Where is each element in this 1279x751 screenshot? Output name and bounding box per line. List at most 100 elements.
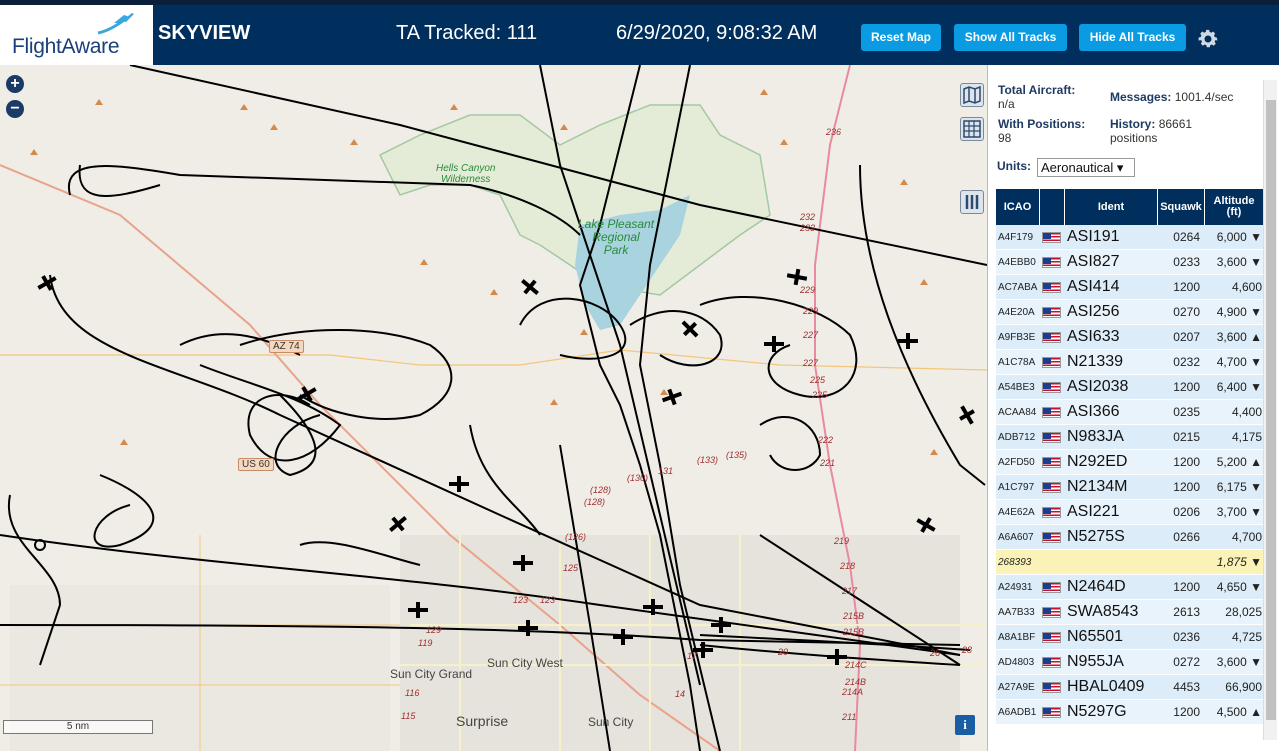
table-row[interactable]: AC7ABA ASI414 1200 4,600 [996,275,1264,300]
units-select[interactable]: Aeronautical ▾ [1037,158,1135,177]
highway-number: 214C [845,660,867,670]
table-row[interactable]: A4E62A ASI221 0206 3,700 ▼ [996,500,1264,525]
gear-icon[interactable] [1196,27,1220,51]
highway-number: 20 [778,647,789,657]
icao-cell: A1C797 [998,481,1035,493]
us-flag-icon [1042,506,1061,518]
flag-cell [1040,281,1065,293]
icao-cell: ADB712 [998,431,1036,443]
altitude-cell: 3,600 ▲ [1216,330,1262,344]
grid-toggle-button[interactable] [960,117,984,141]
zoom-in-button[interactable]: + [6,75,24,93]
col-ident[interactable]: Ident [1065,189,1158,225]
aircraft-icon[interactable] [34,271,59,295]
ident-cell: ASI414 [1067,278,1120,295]
table-row[interactable]: A1C797 N2134M 1200 6,175 ▼ [996,475,1264,500]
highway-number: 123 [513,595,529,605]
col-icao[interactable]: ICAO [996,189,1040,225]
table-row[interactable]: AA7B33 SWA8543 2613 28,025 [996,600,1264,625]
highway-number: 219 [834,536,850,546]
info-button[interactable]: i [955,715,975,735]
flag-cell [1040,631,1065,643]
total-aircraft-label: Total Aircraft: [998,83,1076,97]
altitude-cell: 4,700 ▼ [1216,355,1262,369]
aircraft-icon[interactable] [786,267,808,286]
flag-cell [1040,506,1065,518]
col-squawk[interactable]: Squawk [1158,189,1205,225]
flightaware-logo[interactable]: FlightAware [0,5,153,65]
highway-number: 119 [418,638,433,648]
aircraft-icon[interactable] [449,476,469,492]
table-row[interactable]: A6ADB1 N5297G 1200 4,500 ▲ [996,700,1264,725]
table-row[interactable]: A4F179 ASI191 0264 6,000 ▼ [996,225,1264,250]
table-row[interactable]: AD4803 N955JA 0272 3,600 ▼ [996,650,1264,675]
flag-cell [1040,706,1065,718]
us-flag-icon [1042,706,1061,718]
squawk-cell: 0232 [1173,355,1200,369]
table-row[interactable]: A2FD50 N292ED 1200 5,200 ▲ [996,450,1264,475]
skyview-app: FlightAware SKYVIEW TA Tracked: 111 6/29… [0,0,1279,751]
map-canvas[interactable]: Hells Canyon Wilderness Lake Pleasant Re… [0,65,987,751]
icao-cell: AA7B33 [998,606,1035,618]
table-row[interactable]: A24931 N2464D 1200 4,650 ▼ [996,575,1264,600]
clock: 6/29/2020, 9:08:32 AM [616,22,818,44]
aircraft-icon[interactable] [517,274,543,299]
table-row[interactable]: A54BE3 ASI2038 1200 6,400 ▼ [996,375,1264,400]
aircraft-icon[interactable] [643,599,663,615]
table-row[interactable]: ADB712 N983JA 0215 4,175 [996,425,1264,450]
highway-number: 233 [800,223,816,233]
table-scrollbar[interactable] [1263,80,1277,740]
tracked-count: TA Tracked: 111 [396,22,538,44]
reset-map-button[interactable]: Reset Map [861,24,941,51]
aircraft-icon[interactable] [913,513,938,537]
table-row[interactable]: A8A1BF N65501 0236 4,725 [996,625,1264,650]
aircraft-icon[interactable] [827,649,847,665]
highway-number: 129 [426,625,442,635]
columns-toggle-button[interactable] [960,190,984,214]
aircraft-table: ICAO Ident Squawk Altitude (ft) A4F179 AS… [996,189,1264,725]
logo-text: FlightAware [12,35,120,58]
hide-all-tracks-button[interactable]: Hide All Tracks [1079,24,1186,51]
table-row[interactable]: A9FB3E ASI633 0207 3,600 ▲ [996,325,1264,350]
col-altitude[interactable]: Altitude (ft) [1205,189,1264,225]
table-row[interactable]: 268393 1,875 ▼ [996,550,1264,575]
aircraft-icon[interactable] [711,617,731,633]
show-all-tracks-button[interactable]: Show All Tracks [954,24,1067,51]
altitude-cell: 4,900 ▼ [1216,305,1262,319]
aircraft-icon[interactable] [764,336,784,352]
table-row[interactable]: A27A9E HBAL0409 4453 66,900 [996,675,1264,700]
highway-number: 211 [842,712,857,722]
aircraft-icon[interactable] [408,602,428,618]
aircraft-icon[interactable] [660,386,684,408]
ident-cell: ASI827 [1067,253,1120,270]
us-flag-icon [1042,631,1061,643]
table-row[interactable]: A4EBB0 ASI827 0233 3,600 ▼ [996,250,1264,275]
aircraft-icon[interactable] [385,511,411,536]
aircraft-icon[interactable] [677,316,702,341]
aircraft-icon[interactable] [955,402,979,427]
plane-logo-icon [97,13,134,35]
icao-cell: AC7ABA [998,281,1038,293]
highway-number: 125 [563,563,579,573]
aircraft-icon[interactable] [294,382,319,406]
aircraft-icon[interactable] [518,620,538,636]
squawk-cell: 1200 [1173,705,1200,719]
altitude-cell: 66,900 [1225,680,1262,694]
highway-number: (126) [565,532,587,542]
aircraft-icon[interactable] [613,629,633,645]
table-row[interactable]: A1C78A N21339 0232 4,700 ▼ [996,350,1264,375]
zoom-out-button[interactable]: − [6,100,24,118]
table-row[interactable]: A4E20A ASI256 0270 4,900 ▼ [996,300,1264,325]
highway-number: (135) [726,450,748,460]
map-layers-button[interactable] [960,83,984,107]
scroll-thumb[interactable] [1266,100,1276,720]
highway-number: 225 [812,390,828,400]
col-flag[interactable] [1040,189,1065,225]
table-row[interactable]: A6A607 N5275S 0266 4,700 [996,525,1264,550]
icao-cell: A24931 [998,581,1033,593]
table-row[interactable]: ACAA84 ASI366 0235 4,400 [996,400,1264,425]
aircraft-icon[interactable] [898,333,918,349]
aircraft-icon[interactable] [513,555,533,571]
highway-number: 227 [803,358,819,368]
altitude-cell: 28,025 [1225,605,1262,619]
